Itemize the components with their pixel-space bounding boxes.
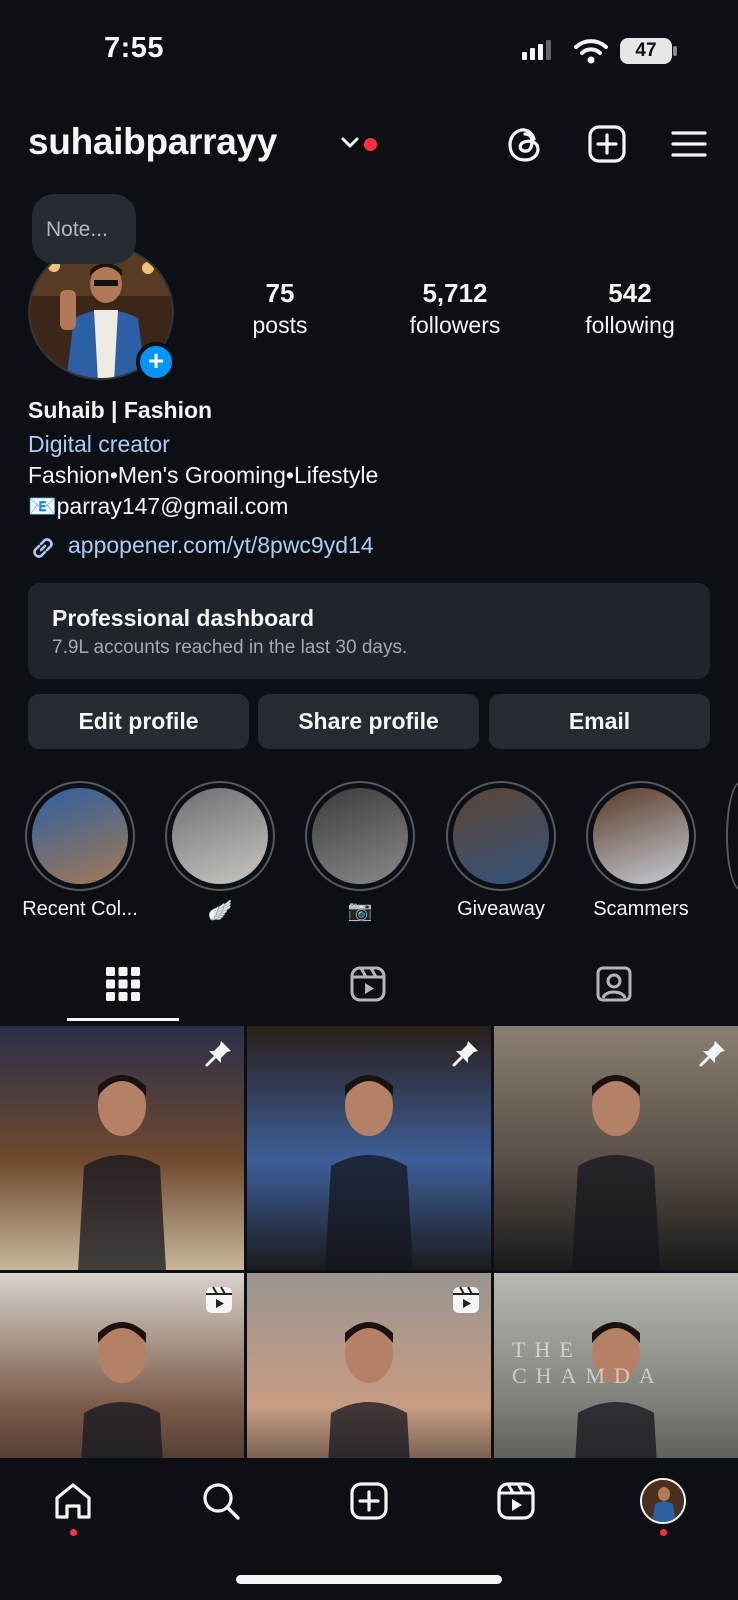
menu-icon[interactable] [668, 123, 710, 165]
highlight-label: Giveaway [457, 898, 545, 920]
home-notification-dot [70, 1529, 77, 1536]
followers-count-value: 5,712 [422, 278, 488, 308]
tagged-tab-icon[interactable] [595, 965, 633, 1003]
create-icon[interactable] [348, 1480, 390, 1522]
profile-category[interactable]: Digital creator [28, 431, 170, 458]
highlight-cover [172, 788, 268, 884]
story-highlight-4[interactable] [586, 781, 696, 891]
followers-count-label: followers [409, 312, 501, 338]
followers-count[interactable]: 5,712 followers [385, 278, 525, 339]
highlight-cover [453, 788, 549, 884]
bio-text-line-2: 📧parray147@gmail.com [28, 493, 289, 519]
highlight-label: Scammers [593, 898, 689, 920]
story-highlight-3[interactable] [446, 781, 556, 891]
bio-link[interactable]: appopener.com/yt/8pwc9yd14 [68, 532, 374, 559]
battery-indicator: 47 [620, 38, 672, 64]
highlight-cover [32, 788, 128, 884]
highlight-label: 🪽 [207, 900, 233, 922]
highlight-label: Recent Col... [22, 898, 138, 920]
home-indicator [236, 1575, 502, 1584]
chevron-down-icon[interactable] [340, 136, 360, 150]
highlight-label: 📷 [347, 900, 373, 922]
wifi-icon [574, 38, 608, 64]
dashboard-subtitle: 7.9L accounts reached in the last 30 day… [52, 637, 408, 658]
profile-notification-dot [660, 1529, 667, 1536]
following-count-label: following [585, 312, 675, 338]
battery-cap [673, 46, 677, 56]
pinned-icon [204, 1038, 234, 1068]
threads-icon[interactable] [504, 123, 546, 165]
account-username[interactable]: suhaibparrayy [28, 121, 277, 163]
dashboard-title: Professional dashboard [52, 605, 315, 631]
reel-icon [204, 1285, 234, 1315]
reel-icon [451, 1285, 481, 1315]
professional-dashboard[interactable]: Professional dashboard 7.9L accounts rea… [28, 583, 710, 679]
profile-display-name: Suhaib | Fashion [28, 397, 213, 423]
add-story-button[interactable]: + [136, 342, 176, 382]
cellular-signal-icon [522, 40, 551, 60]
home-icon[interactable] [52, 1480, 94, 1522]
post-figure [70, 1066, 174, 1270]
story-highlight-1[interactable] [165, 781, 275, 891]
post-thumbnail[interactable] [247, 1026, 491, 1270]
watermark-text: THE CHAMDA [512, 1337, 664, 1388]
share-profile-button[interactable]: Share profile [258, 694, 479, 749]
note-bubble[interactable]: Note... [32, 194, 136, 264]
create-post-icon[interactable] [586, 123, 628, 165]
bio-text-line-1: Fashion•Men's Grooming•Lifestyle [28, 462, 379, 488]
notification-dot [364, 138, 377, 151]
link-icon [28, 533, 58, 563]
highlight-cover [593, 788, 689, 884]
post-figure [564, 1066, 668, 1270]
pinned-icon [698, 1038, 728, 1068]
posts-count-value: 75 [265, 278, 295, 308]
following-count-value: 542 [608, 278, 652, 308]
highlight-cover [312, 788, 408, 884]
email-button[interactable]: Email [489, 694, 710, 749]
story-highlight-0[interactable] [25, 781, 135, 891]
edit-profile-button[interactable]: Edit profile [28, 694, 249, 749]
reels-tab-icon[interactable] [349, 965, 387, 1003]
reels-nav-icon[interactable] [495, 1480, 537, 1522]
posts-count[interactable]: 75 posts [210, 278, 350, 339]
highlight-partial[interactable] [726, 781, 738, 891]
status-time: 7:55 [104, 32, 165, 64]
active-tab-indicator [67, 1018, 179, 1021]
post-thumbnail[interactable] [0, 1026, 244, 1270]
profile-nav-avatar[interactable] [640, 1478, 686, 1524]
post-figure [317, 1066, 421, 1270]
search-icon[interactable] [200, 1480, 242, 1522]
story-highlight-2[interactable] [305, 781, 415, 891]
following-count[interactable]: 542 following [560, 278, 700, 339]
grid-tab-icon[interactable] [104, 965, 142, 1003]
posts-count-label: posts [252, 312, 308, 338]
pinned-icon [451, 1038, 481, 1068]
post-thumbnail[interactable] [494, 1026, 738, 1270]
